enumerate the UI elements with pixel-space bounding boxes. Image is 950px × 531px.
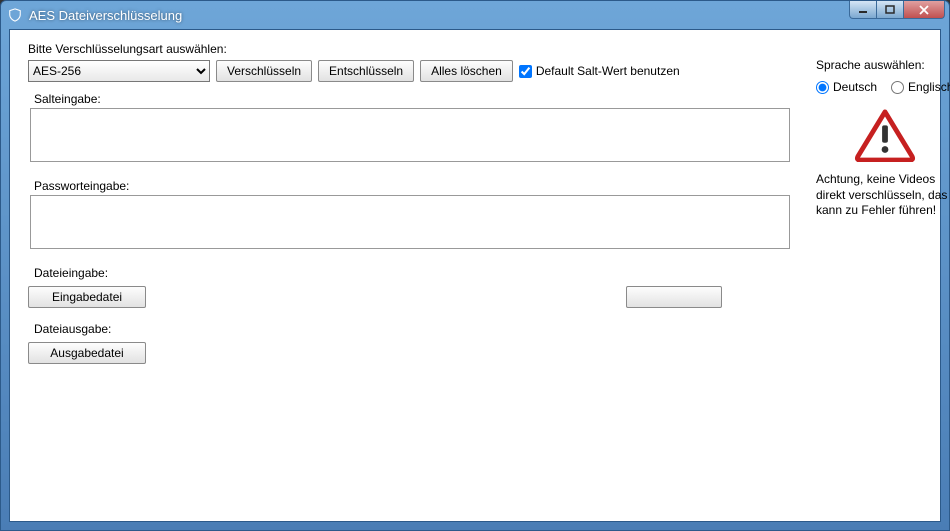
file-in-label: Dateieingabe: [34, 266, 790, 280]
app-window: AES Dateiverschlüsselung Bitte Verschlüs… [0, 0, 950, 531]
warning-icon [854, 108, 916, 162]
close-icon [918, 5, 930, 15]
window-controls [850, 1, 945, 19]
password-label: Passworteingabe: [34, 179, 790, 193]
salt-input[interactable] [30, 108, 790, 162]
maximize-icon [885, 5, 895, 15]
titlebar[interactable]: AES Dateiverschlüsselung [1, 1, 949, 29]
language-de-label: Deutsch [833, 80, 877, 94]
decrypt-button[interactable]: Entschlüsseln [318, 60, 414, 82]
language-en-radio[interactable] [891, 81, 904, 94]
window-title: AES Dateiverschlüsselung [29, 8, 943, 23]
salt-label: Salteingabe: [34, 92, 790, 106]
algorithm-select[interactable]: AES-256 [28, 60, 210, 82]
warning-text: Achtung, keine Videos direkt verschlüsse… [816, 172, 950, 219]
maximize-button[interactable] [876, 1, 904, 19]
client-area: Bitte Verschlüsselungsart auswählen: AES… [9, 29, 941, 522]
main-column: Bitte Verschlüsselungsart auswählen: AES… [10, 30, 808, 521]
password-input[interactable] [30, 195, 790, 249]
language-de-option[interactable]: Deutsch [816, 80, 877, 94]
algo-label: Bitte Verschlüsselungsart auswählen: [28, 42, 790, 56]
encrypt-button[interactable]: Verschlüsseln [216, 60, 312, 82]
default-salt-label: Default Salt-Wert benutzen [536, 64, 680, 78]
language-de-radio[interactable] [816, 81, 829, 94]
output-file-button[interactable]: Ausgabedatei [28, 342, 146, 364]
default-salt-checkbox[interactable] [519, 65, 532, 78]
side-column: Sprache auswählen: Deutsch Englisch [808, 30, 950, 521]
close-button[interactable] [903, 1, 945, 19]
file-out-label: Dateiausgabe: [34, 322, 790, 336]
language-label: Sprache auswählen: [816, 58, 950, 72]
minimize-icon [858, 5, 868, 15]
unnamed-button[interactable] [626, 286, 722, 308]
clear-button[interactable]: Alles löschen [420, 60, 513, 82]
language-en-option[interactable]: Englisch [891, 80, 950, 94]
minimize-button[interactable] [849, 1, 877, 19]
input-file-button[interactable]: Eingabedatei [28, 286, 146, 308]
language-en-label: Englisch [908, 80, 950, 94]
shield-icon [7, 7, 23, 23]
